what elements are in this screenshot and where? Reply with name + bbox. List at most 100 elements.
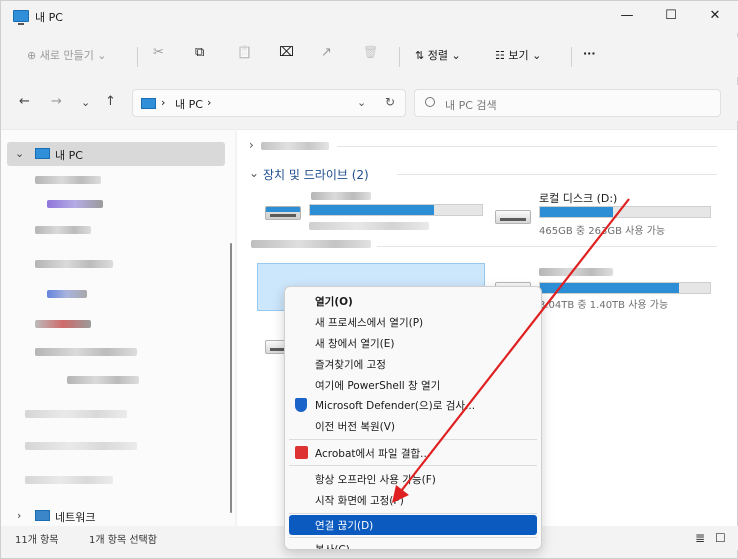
view-button[interactable]: ☷ 보기 ⌄ (495, 47, 541, 63)
address-bar[interactable]: › 내 PC › ⌄ ↻ (132, 89, 406, 117)
drive-c-name-redacted[interactable] (311, 192, 371, 200)
menu-item-disconnect[interactable]: 연결 끊기(D) (289, 515, 537, 535)
forward-icon[interactable]: → (51, 94, 62, 109)
menu-item-label: Microsoft Defender(으)로 검사... (315, 400, 476, 412)
tiles-view-icon[interactable]: ☐ (715, 531, 726, 545)
menu-item-restore-previous[interactable]: 이전 버전 복원(V) (289, 416, 537, 436)
sidebar-scrollbar[interactable] (230, 243, 232, 513)
group-folders-chevron[interactable]: › (249, 138, 254, 152)
menu-item-label: 열기(O) (315, 296, 353, 308)
this-pc-icon (141, 98, 156, 109)
toolbar-separator (399, 47, 400, 67)
maximize-button[interactable]: ☐ (651, 1, 691, 31)
group-header-redacted[interactable] (251, 240, 371, 248)
group-divider (397, 174, 717, 175)
menu-item-copy[interactable]: 복사(C) (289, 539, 537, 550)
network-drive-2-usage-fill (540, 283, 680, 293)
this-pc-icon (35, 148, 50, 159)
recent-locations-icon[interactable]: ⌄ (81, 96, 90, 109)
toolbar-separator (137, 47, 138, 67)
sidebar-item-redacted[interactable] (25, 476, 113, 484)
drive-c-usage-fill (310, 205, 434, 215)
close-button[interactable]: ✕ (695, 1, 735, 31)
menu-separator (289, 513, 537, 514)
item-count: 11개 항목 (15, 535, 59, 546)
more-options-button[interactable]: ··· (583, 47, 596, 60)
up-icon[interactable]: ↑ (105, 94, 116, 109)
sidebar-item-redacted[interactable] (35, 226, 91, 234)
sort-button[interactable]: ⇅ 정렬 ⌄ (415, 47, 461, 63)
cut-icon[interactable]: ✂ (153, 45, 164, 60)
sidebar-item-redacted[interactable] (25, 410, 127, 418)
group-divider (337, 146, 717, 147)
sidebar-item-redacted[interactable] (35, 260, 113, 268)
menu-item-acrobat-combine[interactable]: Acrobat에서 파일 결합... (289, 443, 537, 463)
toolbar-separator (571, 47, 572, 67)
sidebar-item-redacted[interactable] (25, 442, 137, 450)
menu-item-open-new-process[interactable]: 새 프로세스에서 열기(P) (289, 312, 537, 332)
delete-icon[interactable]: 🗑 (363, 45, 378, 59)
command-bar: ⊕ 새로 만들기 ⌄ ✂ ⧉ 📋 ⌧ ↗ 🗑 ⇅ 정렬 ⌄ ☷ 보기 ⌄ ··· (1, 37, 738, 77)
drive-d-usage-fill (540, 207, 614, 217)
details-view-icon[interactable]: ≣ (695, 531, 705, 545)
breadcrumb-this-pc[interactable]: 내 PC (175, 96, 203, 112)
sidebar-item-redacted[interactable] (35, 348, 137, 356)
sidebar-item-redacted[interactable] (47, 290, 87, 298)
sidebar-item-network[interactable]: › 네트워크 (1, 504, 225, 528)
expand-icon[interactable]: ⌄ (15, 147, 24, 160)
title-bar: 내 PC — ☐ ✕ (1, 1, 738, 33)
menu-item-defender-scan[interactable]: Microsoft Defender(으)로 검사... (289, 395, 537, 415)
menu-item-label: 여기에 PowerShell 창 열기 (315, 380, 441, 392)
search-placeholder: 내 PC 검색 (445, 99, 497, 112)
sidebar-label-network: 네트워크 (55, 511, 96, 524)
menu-item-label: 새 프로세스에서 열기(P) (315, 317, 424, 329)
breadcrumb-separator: › (161, 96, 166, 109)
paste-icon[interactable]: 📋 (237, 45, 252, 59)
search-box[interactable]: 내 PC 검색 (414, 89, 721, 117)
new-button[interactable]: ⊕ 새로 만들기 ⌄ (27, 47, 107, 63)
menu-item-open-new-window[interactable]: 새 창에서 열기(E) (289, 333, 537, 353)
refresh-icon[interactable]: ↻ (385, 95, 395, 109)
network-icon (35, 510, 50, 521)
sidebar-label-this-pc: 내 PC (55, 149, 83, 162)
network-drive-2-usage-bar (539, 282, 711, 294)
group-header-redacted[interactable] (261, 142, 329, 150)
selection-count: 1개 항목 선택함 (89, 535, 157, 546)
menu-item-label: 새 창에서 열기(E) (315, 338, 395, 350)
menu-item-label: 복사(C) (315, 544, 350, 550)
minimize-button[interactable]: — (607, 1, 647, 31)
this-pc-icon (13, 10, 29, 25)
navigation-pane: ⌄ 내 PC › 네트워크 (1, 129, 235, 526)
menu-item-pin-quick-access[interactable]: 즐겨찾기에 고정 (289, 354, 537, 374)
menu-item-pin-start[interactable]: 시작 화면에 고정(P) (289, 490, 537, 510)
menu-item-label: 시작 화면에 고정(P) (315, 495, 404, 507)
network-drive-2-name-redacted[interactable] (539, 268, 613, 276)
menu-item-open-powershell[interactable]: 여기에 PowerShell 창 열기 (289, 375, 537, 395)
sidebar-item-redacted[interactable] (35, 320, 91, 328)
group-drives-chevron[interactable]: ⌄ (249, 166, 259, 180)
drive-c-icon[interactable] (265, 206, 301, 220)
back-icon[interactable]: ← (19, 94, 30, 109)
menu-item-label: Acrobat에서 파일 결합... (315, 448, 431, 460)
breadcrumb-chevron[interactable]: › (207, 96, 211, 109)
menu-item-label: 항상 오프라인 사용 가능(F) (315, 474, 436, 486)
menu-item-open[interactable]: 열기(O) (289, 291, 537, 311)
menu-item-always-offline[interactable]: 항상 오프라인 사용 가능(F) (289, 469, 537, 489)
drive-d-icon[interactable] (495, 210, 531, 224)
collapse-icon[interactable]: › (17, 509, 21, 522)
window-title: 내 PC (35, 11, 63, 24)
drive-d-name[interactable]: 로컬 디스크 (D:) (539, 190, 617, 206)
group-header-drives[interactable]: 장치 및 드라이브 (2) (263, 166, 369, 183)
sidebar-item-redacted[interactable] (35, 176, 101, 184)
rename-icon[interactable]: ⌧ (279, 45, 294, 60)
menu-separator (289, 439, 537, 440)
menu-item-label: 이전 버전 복원(V) (315, 421, 396, 433)
share-icon[interactable]: ↗ (321, 45, 332, 60)
sidebar-item-redacted[interactable] (47, 200, 103, 208)
address-dropdown-icon[interactable]: ⌄ (357, 96, 366, 109)
sidebar-item-redacted[interactable] (67, 376, 139, 384)
file-explorer-window: 내 PC — ☐ ✕ ⊕ 새로 만들기 ⌄ ✂ ⧉ 📋 ⌧ ↗ 🗑 ⇅ 정렬 ⌄… (0, 0, 738, 559)
drive-c-info-redacted (309, 222, 429, 230)
copy-icon[interactable]: ⧉ (195, 45, 204, 60)
sidebar-item-this-pc[interactable]: ⌄ 내 PC (7, 142, 225, 166)
